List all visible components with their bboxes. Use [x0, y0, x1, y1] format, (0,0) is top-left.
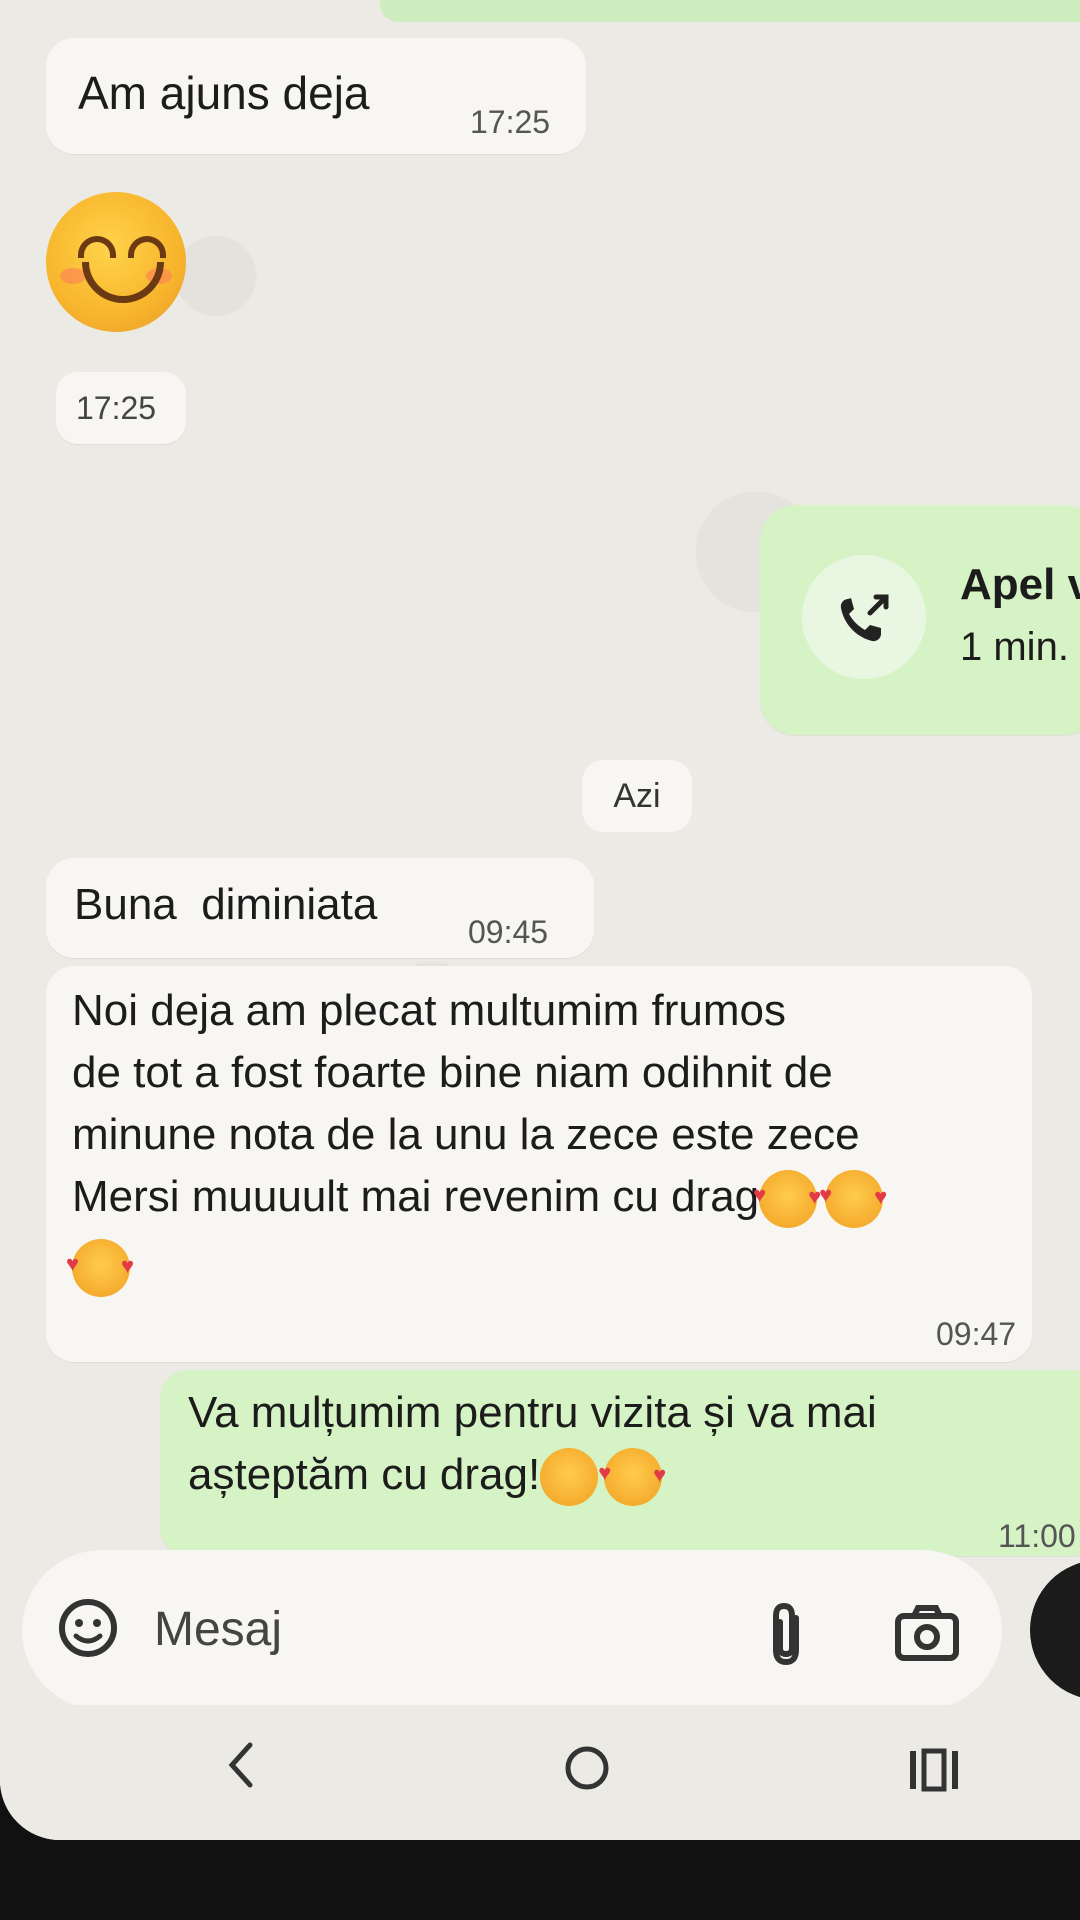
camera-icon[interactable]: [892, 1602, 962, 1664]
message-line: Va mulțumim pentru vizita și va mai: [188, 1388, 877, 1437]
message-time: 17:25: [76, 390, 157, 426]
message-bubble-incoming[interactable]: Buna diminiata 09:45: [46, 858, 594, 958]
date-separator: Azi: [582, 760, 692, 832]
call-icon-circle[interactable]: [802, 555, 926, 679]
message-input[interactable]: Mesaj: [154, 1602, 282, 1657]
message-time: 17:25: [470, 104, 551, 140]
emoji-eye-right: [128, 236, 166, 258]
previous-outgoing-bubble-edge: [380, 0, 1080, 22]
phone-screen: Am ajuns deja 17:25 17:25 Apel v 1 min. …: [0, 0, 1080, 1840]
message-bubble-outgoing[interactable]: Va mulțumim pentru vizita și va mai aște…: [160, 1370, 1080, 1556]
message-line: Mersi muuuult mai revenim cu drag: [72, 1172, 760, 1221]
call-message-bubble[interactable]: Apel v 1 min.: [760, 505, 1080, 735]
message-text: Noi deja am plecat multumim frumos de to…: [66, 980, 1022, 1297]
message-bubble-incoming[interactable]: Noi deja am plecat multumim frumos de to…: [46, 966, 1032, 1362]
emoji-sticker-icon[interactable]: [52, 1592, 124, 1664]
message-bubble-incoming[interactable]: Am ajuns deja 17:25: [46, 38, 586, 154]
message-text: Buna diminiata: [74, 880, 378, 929]
smiling-face-with-hearts-icon: [598, 1442, 666, 1507]
smiling-face-with-hearts-icon: [66, 1233, 134, 1297]
message-text: Am ajuns deja: [78, 67, 370, 119]
smiling-face-with-hearts-icon: [753, 1164, 821, 1229]
message-line: de tot a fost foarte bine niam odihnit d…: [72, 1048, 833, 1097]
message-time: 11:00: [998, 1518, 1076, 1554]
message-line: Noi deja am plecat multumim frumos: [72, 986, 787, 1035]
emoji-eye-left: [78, 236, 116, 258]
message-line: minune nota de la unu la zece este zece: [72, 1110, 860, 1159]
call-title: Apel v: [960, 560, 1080, 609]
message-line: așteptăm cu drag!: [188, 1450, 541, 1499]
home-icon[interactable]: [562, 1743, 612, 1793]
message-time: 09:45: [468, 914, 549, 950]
message-line-with-emoji: Mersi muuuult mai revenim cu drag: [72, 1164, 1022, 1229]
attachment-icon[interactable]: [760, 1600, 820, 1670]
recent-apps-icon[interactable]: [906, 1745, 962, 1795]
back-icon[interactable]: [220, 1735, 260, 1795]
smiling-face-icon[interactable]: [46, 192, 186, 332]
message-time-chip: 17:25: [56, 372, 186, 444]
smiling-face-with-hearts-icon: [819, 1164, 887, 1229]
system-navigation-bar: [0, 1705, 1080, 1840]
call-duration: 1 min.: [960, 625, 1069, 669]
message-input-bar[interactable]: Mesaj: [22, 1550, 1002, 1710]
message-text: Va mulțumim pentru vizita și va mai aște…: [188, 1382, 1080, 1507]
message-time: 09:47: [936, 1316, 1017, 1352]
outgoing-call-icon: [840, 594, 889, 642]
hugging-face-icon: [540, 1448, 599, 1507]
emoji-mouth: [82, 262, 164, 303]
